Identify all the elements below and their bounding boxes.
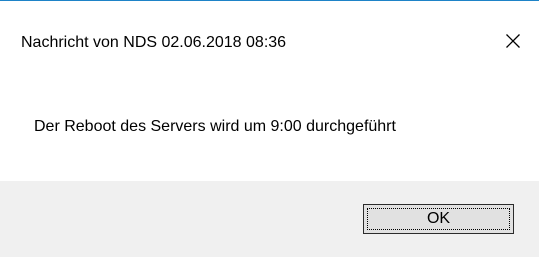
ok-button-label: OK [367, 208, 510, 230]
dialog-message: Der Reboot des Servers wird um 9:00 durc… [34, 118, 396, 135]
close-button[interactable] [493, 23, 533, 59]
title-bar[interactable]: Nachricht von NDS 02.06.2018 08:36 [0, 1, 539, 60]
close-icon [506, 34, 520, 48]
dialog-title: Nachricht von NDS 02.06.2018 08:36 [21, 34, 287, 51]
ok-button[interactable]: OK [363, 204, 514, 234]
message-dialog: Nachricht von NDS 02.06.2018 08:36 Der R… [0, 0, 539, 257]
dialog-footer: OK [0, 181, 539, 257]
